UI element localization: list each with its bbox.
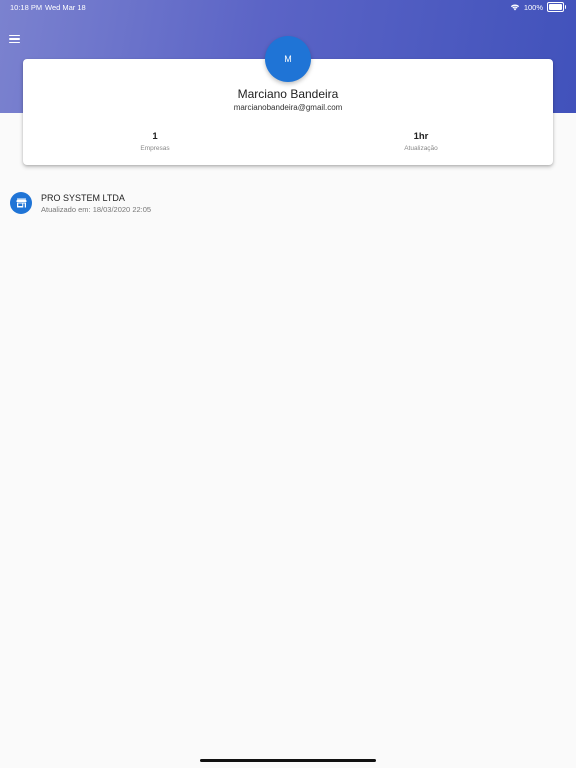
stat-updated-label: Atualização [404, 145, 438, 152]
battery-icon [547, 2, 566, 12]
stat-companies: 1 Empresas [95, 131, 215, 152]
store-icon [10, 192, 32, 214]
profile-email: marcianobandeira@gmail.com [233, 103, 343, 112]
stat-updated-value: 1hr [413, 131, 429, 142]
profile-name: Marciano Bandeira [237, 87, 339, 101]
menu-button[interactable] [7, 32, 21, 46]
company-name: PRO SYSTEM LTDA [41, 193, 125, 203]
list-item-company[interactable]: PRO SYSTEM LTDA Atualizado em: 18/03/202… [0, 187, 576, 221]
store-glyph [16, 198, 26, 208]
hamburger-menu-icon [8, 35, 20, 43]
stat-companies-label: Empresas [140, 145, 170, 152]
status-bar: 10:18 PM Wed Mar 18 100% [0, 0, 576, 14]
status-date: Wed Mar 18 [45, 3, 86, 12]
battery-percentage: 100% [523, 2, 543, 12]
status-time: 10:18 PM [10, 3, 43, 12]
stat-companies-value: 1 [152, 131, 158, 142]
company-updated-at: Atualizado em: 18/03/2020 22:05 [41, 205, 152, 214]
home-indicator[interactable] [200, 759, 376, 762]
stat-updated: 1hr Atualização [361, 131, 481, 152]
wifi-icon [510, 4, 519, 11]
status-indicators: 100% [510, 2, 566, 12]
avatar[interactable]: M [265, 36, 311, 82]
